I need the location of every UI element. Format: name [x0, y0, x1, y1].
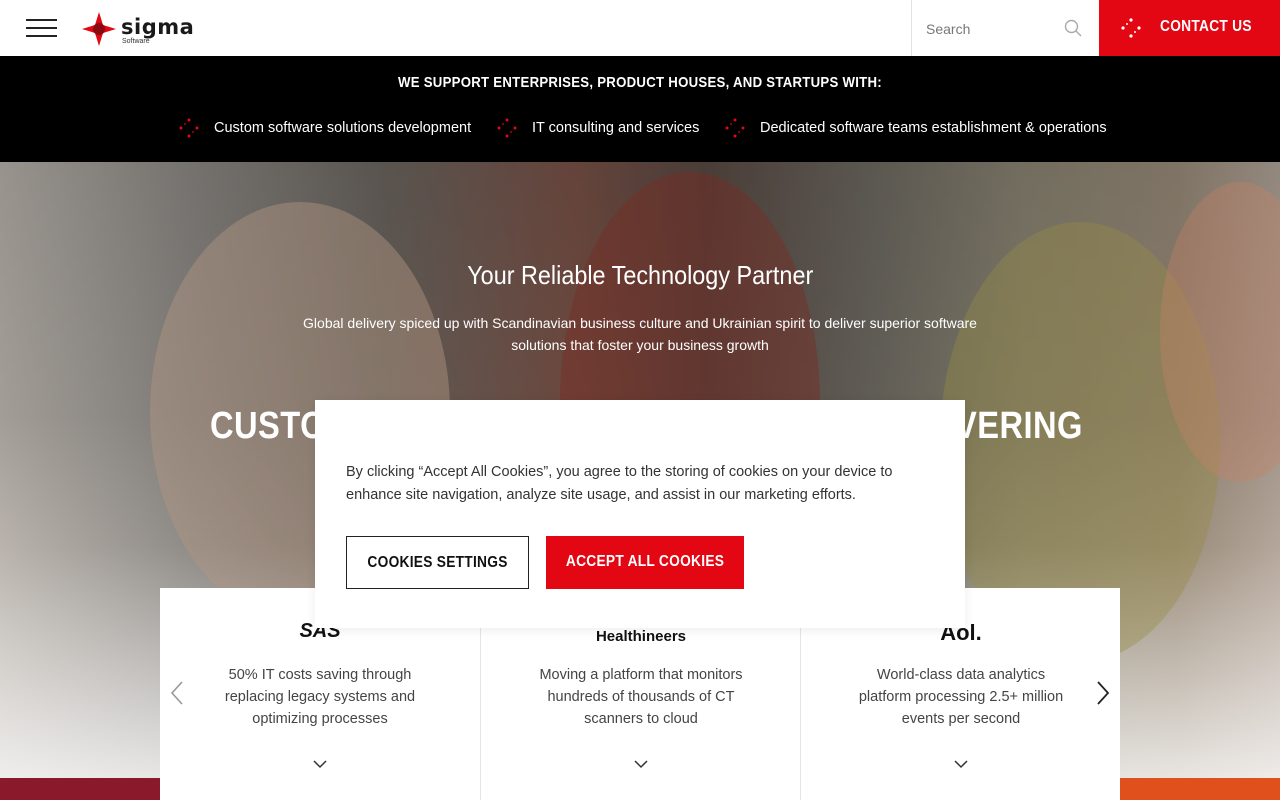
dots-icon [179, 118, 199, 138]
services-band-title: WE SUPPORT ENTERPRISES, PRODUCT HOUSES, … [0, 74, 1280, 91]
client-logo-healthineers: Healthineers [595, 628, 687, 645]
case-card-text: World-class data analytics platform proc… [858, 667, 1064, 727]
search-icon[interactable] [1064, 19, 1082, 37]
services-band-title-text: WE SUPPORT ENTERPRISES, PRODUCT HOUSES, … [398, 74, 882, 91]
cookies-settings-label: COOKIES SETTINGS [347, 554, 528, 572]
site-header: sigma Software CONTACT US [0, 0, 1280, 56]
cookie-consent-text: By clicking “Accept All Cookies”, you ag… [346, 464, 893, 503]
dots-icon [497, 118, 517, 138]
sigma-logo[interactable]: sigma Software [81, 11, 211, 47]
logo-subtext: Software [122, 38, 150, 45]
hero-title: Your Reliable Technology Partner [0, 260, 1280, 291]
sigma-logo-mark-icon [82, 12, 116, 46]
cookies-settings-label-text: COOKIES SETTINGS [367, 554, 508, 571]
search-box [911, 0, 1099, 56]
chevron-down-icon[interactable] [633, 756, 649, 772]
dots-icon [1121, 18, 1141, 38]
contact-us-label: CONTACT US [1160, 18, 1252, 35]
hamburger-menu-icon[interactable] [26, 18, 58, 38]
accept-all-cookies-label-text: ACCEPT ALL COOKIES [565, 553, 725, 570]
hero-title-text: Your Reliable Technology Partner [466, 260, 814, 290]
chevron-left-icon[interactable] [170, 680, 184, 706]
chevron-down-icon[interactable] [312, 756, 328, 772]
bottom-strip-left [0, 778, 160, 800]
service-item: Dedicated software teams establishment &… [760, 120, 1107, 136]
bottom-strip-right [1120, 778, 1280, 800]
cookies-settings-button[interactable]: COOKIES SETTINGS [346, 536, 529, 589]
services-band: WE SUPPORT ENTERPRISES, PRODUCT HOUSES, … [0, 56, 1280, 162]
case-card-text: Moving a platform that monitors hundreds… [539, 667, 743, 727]
contact-us-button[interactable]: CONTACT US [1099, 0, 1280, 56]
accept-all-cookies-label: ACCEPT ALL COOKIES [546, 553, 744, 571]
hero-headline-left: CUSTO [210, 405, 326, 447]
service-item: IT consulting and services [532, 120, 700, 136]
service-item: Custom software solutions development [214, 120, 472, 136]
search-input[interactable] [926, 19, 1056, 39]
dots-icon [725, 118, 745, 138]
logo-text: sigma [121, 15, 195, 39]
chevron-down-icon[interactable] [953, 756, 969, 772]
accept-all-cookies-button[interactable]: ACCEPT ALL COOKIES [546, 536, 744, 589]
cookie-consent-dialog: By clicking “Accept All Cookies”, you ag… [315, 400, 965, 628]
hero-headline-right: VERING [955, 405, 1083, 447]
case-card-text: 50% IT costs saving through replacing le… [224, 667, 416, 727]
chevron-right-icon[interactable] [1096, 680, 1110, 706]
hero-subtitle: Global delivery spiced up with Scandinav… [303, 315, 977, 353]
